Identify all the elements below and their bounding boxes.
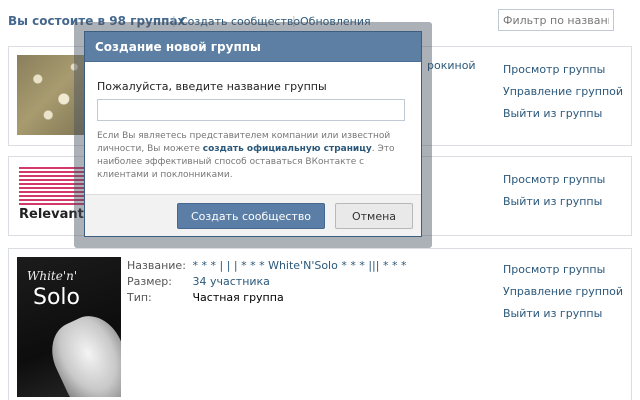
group-thumbnail[interactable]: White'n' Solo: [17, 257, 121, 397]
dialog-footer: Создать сообщество Отмена: [85, 194, 421, 236]
filter-input[interactable]: [498, 9, 614, 31]
group-card: White'n' Solo Название: * * * | | | * * …: [8, 248, 632, 400]
thumbnail-title: Solo: [33, 285, 80, 310]
create-community-button[interactable]: Создать сообщество: [177, 203, 325, 229]
group-actions: Просмотр группы Выйти из группы: [503, 169, 605, 213]
leave-group-link[interactable]: Выйти из группы: [503, 303, 623, 325]
members-count-link[interactable]: 34 участника: [193, 275, 270, 288]
group-actions: Просмотр группы Управление группой Выйти…: [503, 259, 623, 325]
create-group-dialog: Создание новой группы Пожалуйста, введит…: [84, 31, 422, 237]
leave-group-link[interactable]: Выйти из группы: [503, 191, 605, 213]
group-type: Частная группа: [192, 291, 284, 304]
group-info: Название: * * * | | | * * * White'N'Solo…: [127, 259, 406, 307]
group-name-prompt: Пожалуйста, введите название группы: [97, 80, 327, 93]
cancel-button[interactable]: Отмена: [335, 203, 413, 229]
leave-group-link[interactable]: Выйти из группы: [503, 103, 623, 125]
dialog-note: Если Вы являетесь представителем компани…: [97, 130, 407, 182]
create-official-page-link[interactable]: создать официальную страницу: [203, 144, 372, 154]
view-group-link[interactable]: Просмотр группы: [503, 259, 623, 281]
group-name-link[interactable]: * * * | | | * * * White'N'Solo * * * |||…: [193, 259, 407, 272]
view-group-link[interactable]: Просмотр группы: [503, 169, 605, 191]
thumbnail-caption: White'n': [27, 269, 78, 283]
type-label: Тип:: [127, 291, 152, 304]
size-label: Размер:: [127, 275, 172, 288]
view-group-link[interactable]: Просмотр группы: [503, 59, 623, 81]
manage-group-link[interactable]: Управление группой: [503, 281, 623, 303]
group-description: рокиной: [427, 59, 476, 72]
group-actions: Просмотр группы Управление группой Выйти…: [503, 59, 623, 125]
violin-image: [41, 306, 121, 397]
dialog-title: Создание новой группы: [85, 32, 421, 62]
group-name-input[interactable]: [97, 99, 405, 121]
manage-group-link[interactable]: Управление группой: [503, 81, 623, 103]
name-label: Название:: [127, 259, 186, 272]
